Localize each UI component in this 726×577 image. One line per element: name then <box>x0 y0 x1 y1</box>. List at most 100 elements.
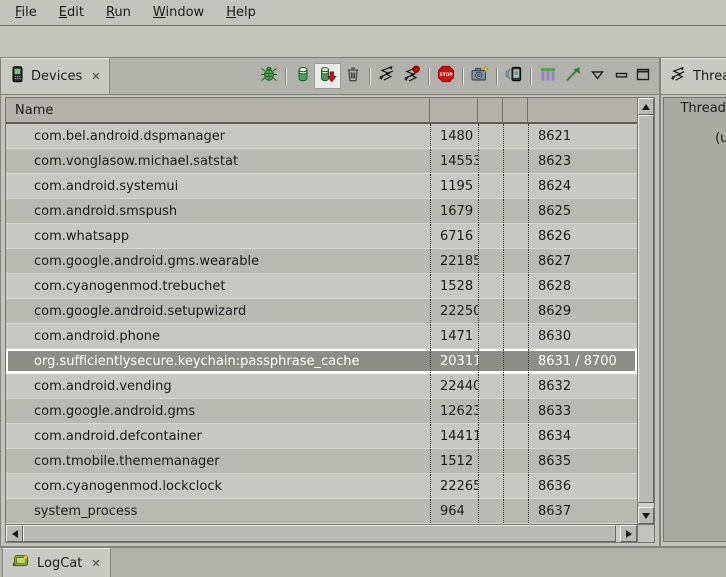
vertical-scrollbar[interactable] <box>637 98 654 524</box>
cell-port: 8631 / 8700 <box>528 349 637 373</box>
device-table-header: Name <box>6 98 637 124</box>
scroll-down-button[interactable] <box>638 507 654 524</box>
table-row[interactable]: com.cyanogenmod.lockclock222658636 <box>6 474 637 499</box>
cell-pid: 1512 <box>430 449 478 473</box>
table-row[interactable]: com.android.phone14718630 <box>6 324 637 349</box>
menu-window[interactable]: Window <box>142 2 215 24</box>
cell-name: com.tmobile.thememanager <box>6 449 430 473</box>
cell-port: 8627 <box>528 249 637 273</box>
update-heap-button[interactable] <box>290 64 315 88</box>
column-header-pid <box>430 98 478 122</box>
cell-pid: 14553 <box>430 149 478 173</box>
dump-hprof-button[interactable] <box>315 64 340 88</box>
scroll-up-button[interactable] <box>638 98 654 115</box>
cell-port: 8635 <box>528 449 637 473</box>
cell-name: com.android.smspush <box>6 199 430 223</box>
tab-threads[interactable]: Threads <box>661 58 726 94</box>
toolbar-separator <box>428 68 429 85</box>
dump-hprof-icon <box>318 65 337 87</box>
cell-pid: 22185 <box>430 249 478 273</box>
tab-devices-label: Devices <box>31 69 82 84</box>
cell-name: com.cyanogenmod.lockclock <box>6 474 430 498</box>
cell-pid: 22440 <box>430 374 478 398</box>
table-row[interactable]: com.android.systemui11958624 <box>6 174 637 199</box>
close-icon[interactable]: ✕ <box>91 70 100 83</box>
cell-pid: 14411 <box>430 424 478 448</box>
screen-capture-button[interactable] <box>467 64 492 88</box>
table-row[interactable]: com.android.defcontainer144118634 <box>6 424 637 449</box>
debug-process-button[interactable] <box>256 64 281 88</box>
scroll-right-button[interactable] <box>620 525 637 542</box>
method-profiling-icon <box>403 65 421 87</box>
toolbar-separator <box>285 68 286 85</box>
cell-blank <box>503 424 528 448</box>
cell-blank <box>478 449 503 473</box>
table-row[interactable]: com.google.android.gms126238633 <box>6 399 637 424</box>
cell-pid: 12623 <box>430 399 478 423</box>
table-row[interactable]: com.google.android.gms.wearable221858627 <box>6 249 637 274</box>
stop-process-button[interactable]: STOP <box>433 64 458 88</box>
toolbar-strip <box>0 26 726 56</box>
close-icon[interactable]: ✕ <box>91 557 100 570</box>
cell-port: 8621 <box>528 124 637 148</box>
table-row[interactable]: com.whatsapp67168626 <box>6 224 637 249</box>
table-row[interactable]: com.android.vending224408632 <box>6 374 637 399</box>
toolbar-separator <box>530 68 531 85</box>
scroll-left-button[interactable] <box>6 525 23 542</box>
tab-logcat[interactable]: LogCat ✕ <box>2 548 111 577</box>
cause-gc-button[interactable] <box>340 64 365 88</box>
cell-pid: 1195 <box>430 174 478 198</box>
cell-blank <box>503 499 528 523</box>
sysinfo-button[interactable] <box>535 64 560 88</box>
cell-blank <box>478 474 503 498</box>
column-header-blank <box>503 98 528 122</box>
table-row[interactable]: com.tmobile.thememanager1512 8635 <box>6 449 637 474</box>
tab-threads-label: Threads <box>693 69 726 84</box>
view-menu-button[interactable] <box>585 64 610 88</box>
cell-blank <box>478 124 503 148</box>
capture-device-button[interactable] <box>501 64 526 88</box>
table-row[interactable]: com.vonglasow.michael.satstat145538623 <box>6 149 637 174</box>
maximize-button[interactable] <box>632 65 654 87</box>
table-row[interactable]: com.cyanogenmod.trebuchet15288628 <box>6 274 637 299</box>
cell-name: com.android.defcontainer <box>6 424 430 448</box>
toolbar-separator <box>462 68 463 85</box>
start-method-profiling-button[interactable] <box>399 64 424 88</box>
tab-devices[interactable]: Devices ✕ <box>1 58 110 94</box>
table-row[interactable]: system_process9648637 <box>6 499 637 524</box>
scroll-up-icon <box>642 104 650 110</box>
menu-edit[interactable]: Edit <box>48 2 95 24</box>
cell-blank <box>478 249 503 273</box>
menu-file[interactable]: File <box>4 2 48 24</box>
minimize-button[interactable] <box>610 65 632 87</box>
menu-help[interactable]: Help <box>215 2 267 24</box>
cell-port: 8637 <box>528 499 637 523</box>
cell-port: 8624 <box>528 174 637 198</box>
trash-icon <box>344 65 362 87</box>
menu-run[interactable]: Run <box>95 2 142 24</box>
svg-text:STOP: STOP <box>439 72 453 78</box>
cell-blank <box>478 374 503 398</box>
devices-tabbar: Devices ✕ <box>1 58 659 95</box>
maximize-icon <box>636 68 650 85</box>
cell-blank <box>503 149 528 173</box>
devices-toolbar: STOP <box>256 58 659 94</box>
toolbar-separator <box>496 68 497 85</box>
table-row[interactable]: com.google.android.setupwizard222508629 <box>6 299 637 324</box>
table-row[interactable]: org.sufficientlysecure.keychain:passphra… <box>6 349 637 374</box>
update-heap-icon <box>294 65 312 87</box>
cell-blank <box>478 274 503 298</box>
table-row[interactable]: com.bel.android.dspmanager14808621 <box>6 124 637 149</box>
table-row[interactable]: com.android.smspush16798625 <box>6 199 637 224</box>
scroll-left-icon <box>12 530 18 538</box>
start-tracing-button[interactable] <box>560 64 585 88</box>
update-threads-button[interactable] <box>374 64 399 88</box>
cell-blank <box>478 149 503 173</box>
horizontal-scrollbar[interactable] <box>6 524 637 542</box>
cell-blank <box>478 224 503 248</box>
device-phone-icon <box>10 66 25 87</box>
threads-view: Threads Thread updates not enabled for s… <box>660 57 726 547</box>
vertical-scroll-thumb[interactable] <box>638 115 654 503</box>
horizontal-scroll-thumb[interactable] <box>23 525 616 542</box>
cell-port: 8636 <box>528 474 637 498</box>
